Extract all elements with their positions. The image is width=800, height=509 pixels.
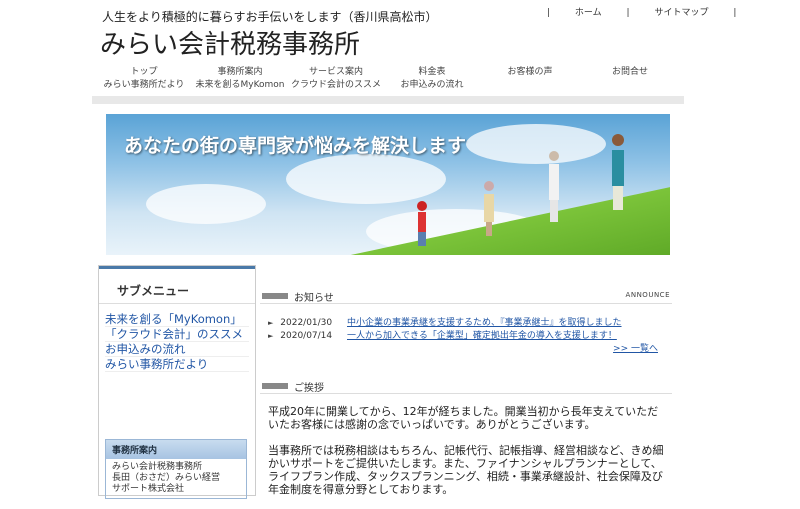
news-list: ► 2022/01/30 中小企業の事業承継を支援するため、『事業承継士』を取得… bbox=[268, 317, 622, 343]
section-marker bbox=[262, 293, 288, 299]
list-item: ► 2020/07/14 一人から加入できる「企業型」確定拠出年金の導入を支援し… bbox=[268, 330, 622, 343]
sitemap-link[interactable]: サイトマップ bbox=[654, 8, 708, 18]
hero-banner: あなたの街の専門家が悩みを解決します bbox=[106, 114, 670, 255]
greeting-paragraph: 平成20年に開業してから、12年が経ちました。開業当初から長年支えていただいたお… bbox=[268, 405, 659, 431]
list-item: ► 2022/01/30 中小企業の事業承継を支援するため、『事業承継士』を取得… bbox=[268, 317, 622, 330]
submenu-link-cloud[interactable]: 「クラウド会計」のススメ bbox=[105, 327, 249, 342]
greeting-body: 平成20年に開業してから、12年が経ちました。開業当初から長年支えていただいたお… bbox=[268, 405, 668, 509]
office-info-line: みらい会計税務事務所 bbox=[112, 462, 203, 472]
office-info-title: 事務所案内 bbox=[106, 440, 246, 459]
nav-item-service[interactable]: サービス案内 クラウド会計のススメ bbox=[288, 66, 384, 92]
greeting-title: ご挨拶 bbox=[294, 383, 324, 394]
news-date: 2020/07/14 bbox=[280, 331, 333, 341]
submenu-list: 未来を創る「MyKomon」 「クラウド会計」のススメ お申込みの流れ みらい事… bbox=[99, 304, 255, 372]
office-info-line: 長田（おさだ）みらい経営 bbox=[112, 473, 221, 483]
announce-title: お知らせ bbox=[294, 293, 334, 304]
nav-item-office[interactable]: 事務所案内 未来を創るMyKomon bbox=[192, 66, 288, 92]
triangle-right-icon: ► bbox=[268, 332, 274, 340]
nav-item-voice[interactable]: お客様の声 bbox=[482, 66, 578, 79]
page: 人生をより積極的に暮らすお手伝いをします（香川県高松市） みらい会計税務事務所 … bbox=[92, 0, 736, 499]
nav-item-price[interactable]: 料金表 お申込みの流れ bbox=[384, 66, 480, 92]
top-links: | ホーム | サイトマップ | bbox=[547, 8, 737, 18]
news-date: 2022/01/30 bbox=[280, 318, 333, 328]
office-info-box: 事務所案内 みらい会計税務事務所 長田（おさだ）みらい経営 サポート株式会社 bbox=[105, 439, 247, 499]
site-tagline: 人生をより積極的に暮らすお手伝いをします（香川県高松市） bbox=[102, 10, 438, 24]
hero-headline: あなたの街の専門家が悩みを解決します bbox=[124, 135, 467, 157]
news-link[interactable]: 中小企業の事業承継を支援するため、『事業承継士』を取得しました bbox=[347, 318, 622, 328]
sidebar: サブメニュー 未来を創る「MyKomon」 「クラウド会計」のススメ お申込みの… bbox=[98, 265, 256, 499]
greeting-header: ご挨拶 bbox=[260, 379, 672, 394]
section-marker bbox=[262, 383, 288, 389]
site-title[interactable]: みらい会計税務事務所 bbox=[100, 24, 360, 61]
person-girl bbox=[484, 181, 494, 236]
greeting-paragraph: 当事務所では税務相談はもちろん、記帳代行、記帳指導、経営相談など、きめ細かいサポ… bbox=[268, 444, 664, 496]
nav-item-top[interactable]: トップ みらい事務所だより bbox=[96, 66, 192, 92]
office-info-line: サポート株式会社 bbox=[112, 484, 185, 494]
announce-en: ANNOUNCE bbox=[625, 291, 670, 299]
person-woman bbox=[549, 151, 559, 222]
submenu-title: サブメニュー bbox=[99, 266, 255, 304]
submenu-link-mykomon[interactable]: 未来を創る「MyKomon」 bbox=[105, 312, 249, 327]
news-link[interactable]: 一人から加入できる「企業型」確定拠出年金の導入を支援します！ bbox=[347, 331, 617, 341]
nav-divider bbox=[92, 96, 684, 104]
nav-item-contact[interactable]: お問合せ bbox=[582, 66, 678, 79]
news-more-link[interactable]: >> 一覧へ bbox=[613, 341, 658, 354]
global-nav: トップ みらい事務所だより 事務所案内 未来を創るMyKomon サービス案内 … bbox=[96, 66, 676, 94]
person-child bbox=[417, 201, 427, 246]
submenu-link-news[interactable]: みらい事務所だより bbox=[105, 357, 249, 372]
person-man bbox=[612, 134, 624, 210]
triangle-right-icon: ► bbox=[268, 319, 274, 327]
home-link[interactable]: ホーム bbox=[575, 8, 602, 18]
main-content: お知らせ ANNOUNCE ► 2022/01/30 中小企業の事業承継を支援す… bbox=[260, 265, 672, 496]
announce-header: お知らせ ANNOUNCE bbox=[260, 289, 672, 304]
submenu-link-apply[interactable]: お申込みの流れ bbox=[105, 342, 249, 357]
